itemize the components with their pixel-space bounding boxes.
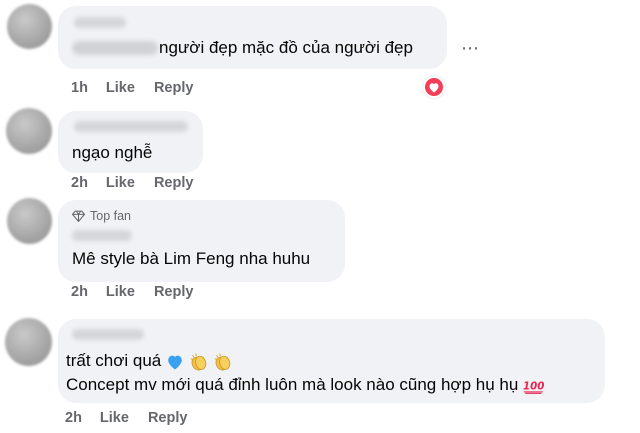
svg-text:100: 100 bbox=[523, 380, 544, 392]
comment-text-line-1: trất chơi quá bbox=[66, 350, 233, 372]
like-button[interactable]: Like bbox=[100, 410, 129, 426]
comment-thread: người đẹp mặc đồ của người đẹp ⋯ 1h Like… bbox=[0, 0, 640, 433]
comment-bubble: trất chơi quá Concept mv mới quá đỉnh lu… bbox=[58, 319, 605, 403]
more-options-icon[interactable]: ⋯ bbox=[461, 38, 480, 59]
top-fan-badge[interactable]: Top fan bbox=[72, 209, 131, 223]
author-name-blurred[interactable] bbox=[74, 17, 126, 28]
avatar[interactable] bbox=[7, 4, 52, 49]
timestamp[interactable]: 1h bbox=[71, 80, 88, 96]
comment-bubble: Top fan Mê style bà Lim Feng nha huhu bbox=[58, 200, 345, 282]
clapping-hands-icon bbox=[214, 353, 231, 370]
avatar[interactable] bbox=[6, 108, 52, 154]
author-name-blurred[interactable] bbox=[72, 230, 132, 241]
reply-button[interactable]: Reply bbox=[154, 80, 194, 96]
comment-text: trất chơi quá bbox=[66, 351, 162, 370]
like-button[interactable]: Like bbox=[106, 175, 135, 191]
avatar[interactable] bbox=[5, 318, 52, 366]
like-button[interactable]: Like bbox=[106, 80, 135, 96]
comment-actions: 2h Like Reply bbox=[65, 410, 187, 426]
timestamp[interactable]: 2h bbox=[65, 410, 82, 426]
comment-actions: 2h Like Reply bbox=[71, 175, 193, 191]
mention-blurred[interactable] bbox=[72, 41, 158, 55]
hundred-points-icon: 100 bbox=[523, 380, 544, 394]
comment-actions: 1h Like Reply bbox=[71, 80, 193, 96]
author-name-blurred[interactable] bbox=[72, 329, 144, 340]
comment-bubble: người đẹp mặc đồ của người đẹp bbox=[58, 6, 447, 69]
comment-text-line-2: Concept mv mới quá đỉnh luôn mà look nào… bbox=[66, 374, 545, 396]
author-name-blurred[interactable] bbox=[74, 121, 188, 132]
timestamp[interactable]: 2h bbox=[71, 284, 88, 300]
like-button[interactable]: Like bbox=[106, 284, 135, 300]
comment-bubble: ngạo nghễ bbox=[58, 111, 203, 173]
timestamp[interactable]: 2h bbox=[71, 175, 88, 191]
reply-button[interactable]: Reply bbox=[154, 284, 194, 300]
diamond-icon bbox=[72, 210, 85, 222]
avatar[interactable] bbox=[7, 198, 52, 244]
reply-button[interactable]: Reply bbox=[154, 175, 194, 191]
comment-actions: 2h Like Reply bbox=[71, 284, 193, 300]
comment-text: Concept mv mới quá đỉnh luôn mà look nào… bbox=[66, 375, 519, 394]
heart-icon[interactable] bbox=[423, 76, 445, 98]
heart-glyph bbox=[429, 82, 439, 92]
clapping-hands-icon bbox=[190, 353, 206, 370]
reply-button[interactable]: Reply bbox=[148, 410, 188, 426]
blue-heart-icon bbox=[168, 355, 182, 370]
badge-label: Top fan bbox=[90, 209, 132, 223]
comment-text: người đẹp mặc đồ của người đẹp bbox=[159, 38, 413, 57]
comment-text: ngạo nghễ bbox=[72, 143, 153, 162]
comment-text: Mê style bà Lim Feng nha huhu bbox=[72, 249, 311, 268]
